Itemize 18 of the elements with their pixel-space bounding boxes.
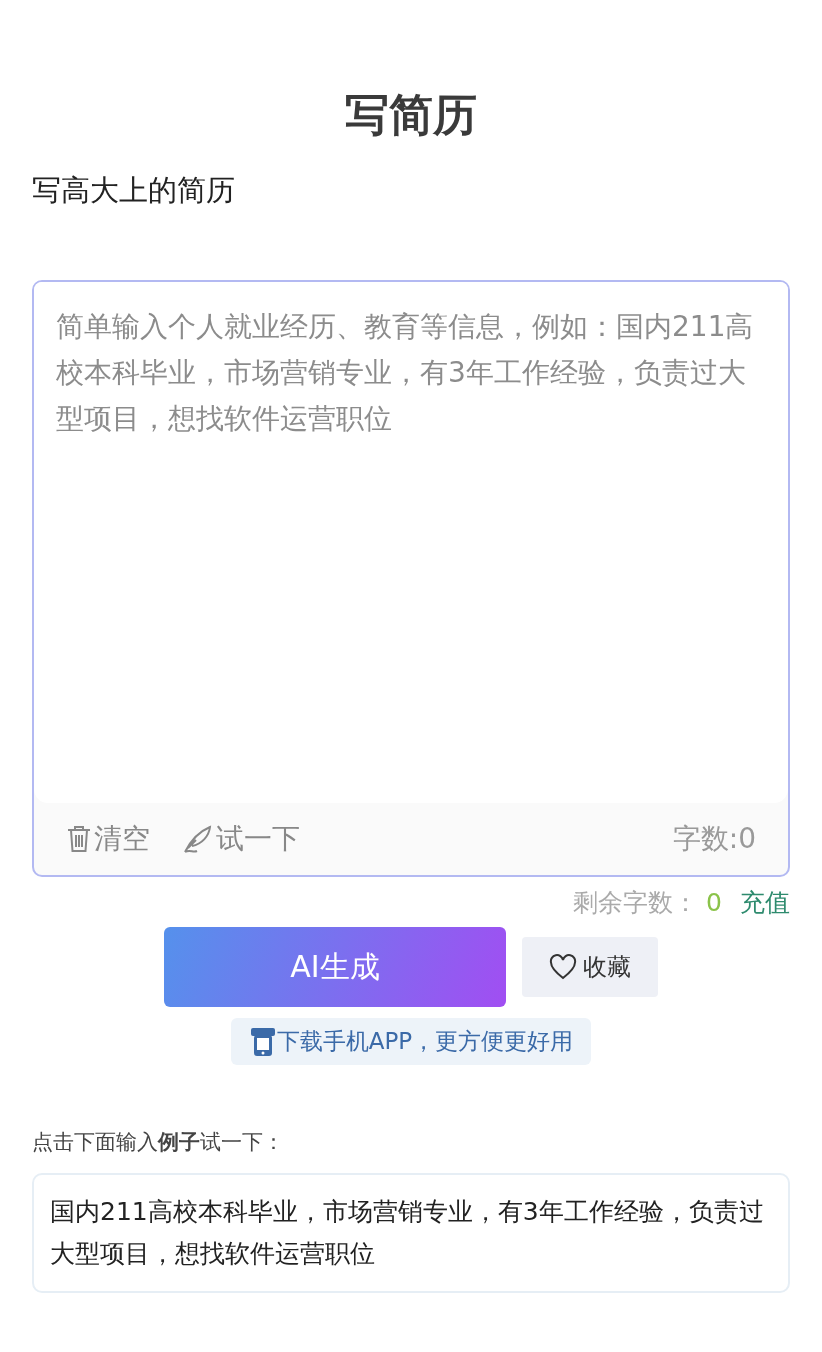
try-button[interactable]: 试一下 bbox=[182, 820, 300, 858]
feather-icon bbox=[182, 824, 214, 854]
app-download-button[interactable]: 下载手机APP，更方便更好用 bbox=[230, 1018, 592, 1065]
remaining-label: 剩余字数： bbox=[573, 887, 699, 919]
heart-icon bbox=[549, 954, 577, 980]
example-label: 点击下面输入例子试一下： bbox=[32, 1129, 285, 1156]
character-count: 字数:0 bbox=[672, 821, 756, 857]
page-title: 写简历 bbox=[344, 88, 478, 142]
page-subtitle: 写高大上的简历 bbox=[32, 172, 236, 209]
remaining-count: 0 bbox=[706, 887, 722, 919]
example-card[interactable]: 国内211高校本科毕业，市场营销专业，有3年工作经验，负责过大型项目，想找软件运营职位 bbox=[32, 1173, 790, 1293]
trash-icon bbox=[66, 824, 92, 854]
generate-button[interactable]: AI生成 bbox=[164, 927, 506, 1007]
recharge-link[interactable]: 充值 bbox=[740, 885, 790, 921]
input-field[interactable]: 简单输入个人就业经历、教育等信息，例如：国内211高校本科毕业，市场营销专业，有3年工作经验，负责过大型项目，想找软件运营职位 清空 试一下 字数:0 bbox=[32, 280, 790, 877]
favorite-button[interactable]: 收藏 bbox=[522, 937, 658, 997]
phone-icon bbox=[250, 1026, 275, 1057]
clear-button[interactable]: 清空 bbox=[66, 820, 150, 858]
